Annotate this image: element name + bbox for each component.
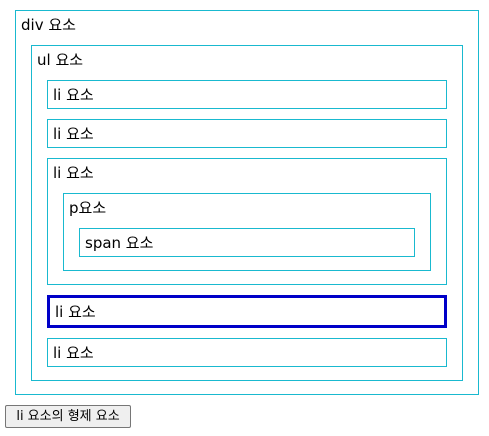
li-element-label-5: li 요소 [53,344,94,362]
li-element-label-4: li 요소 [55,303,96,321]
span-element-label: span 요소 [85,234,154,252]
li-element-label-1: li 요소 [53,86,94,104]
li-element-box-5 [47,338,447,367]
sibling-elements-button[interactable]: li 요소의 형제 요소 [5,405,131,428]
li-element-label-2: li 요소 [53,125,94,143]
ul-element-label: ul 요소 [37,51,84,69]
li-element-box-2 [47,119,447,148]
div-element-label: div 요소 [21,16,76,34]
li-element-box-4-selected [47,295,447,328]
li-element-label-3: li 요소 [53,164,94,182]
p-element-label: p요소 [69,199,107,217]
li-element-box-1 [47,80,447,109]
